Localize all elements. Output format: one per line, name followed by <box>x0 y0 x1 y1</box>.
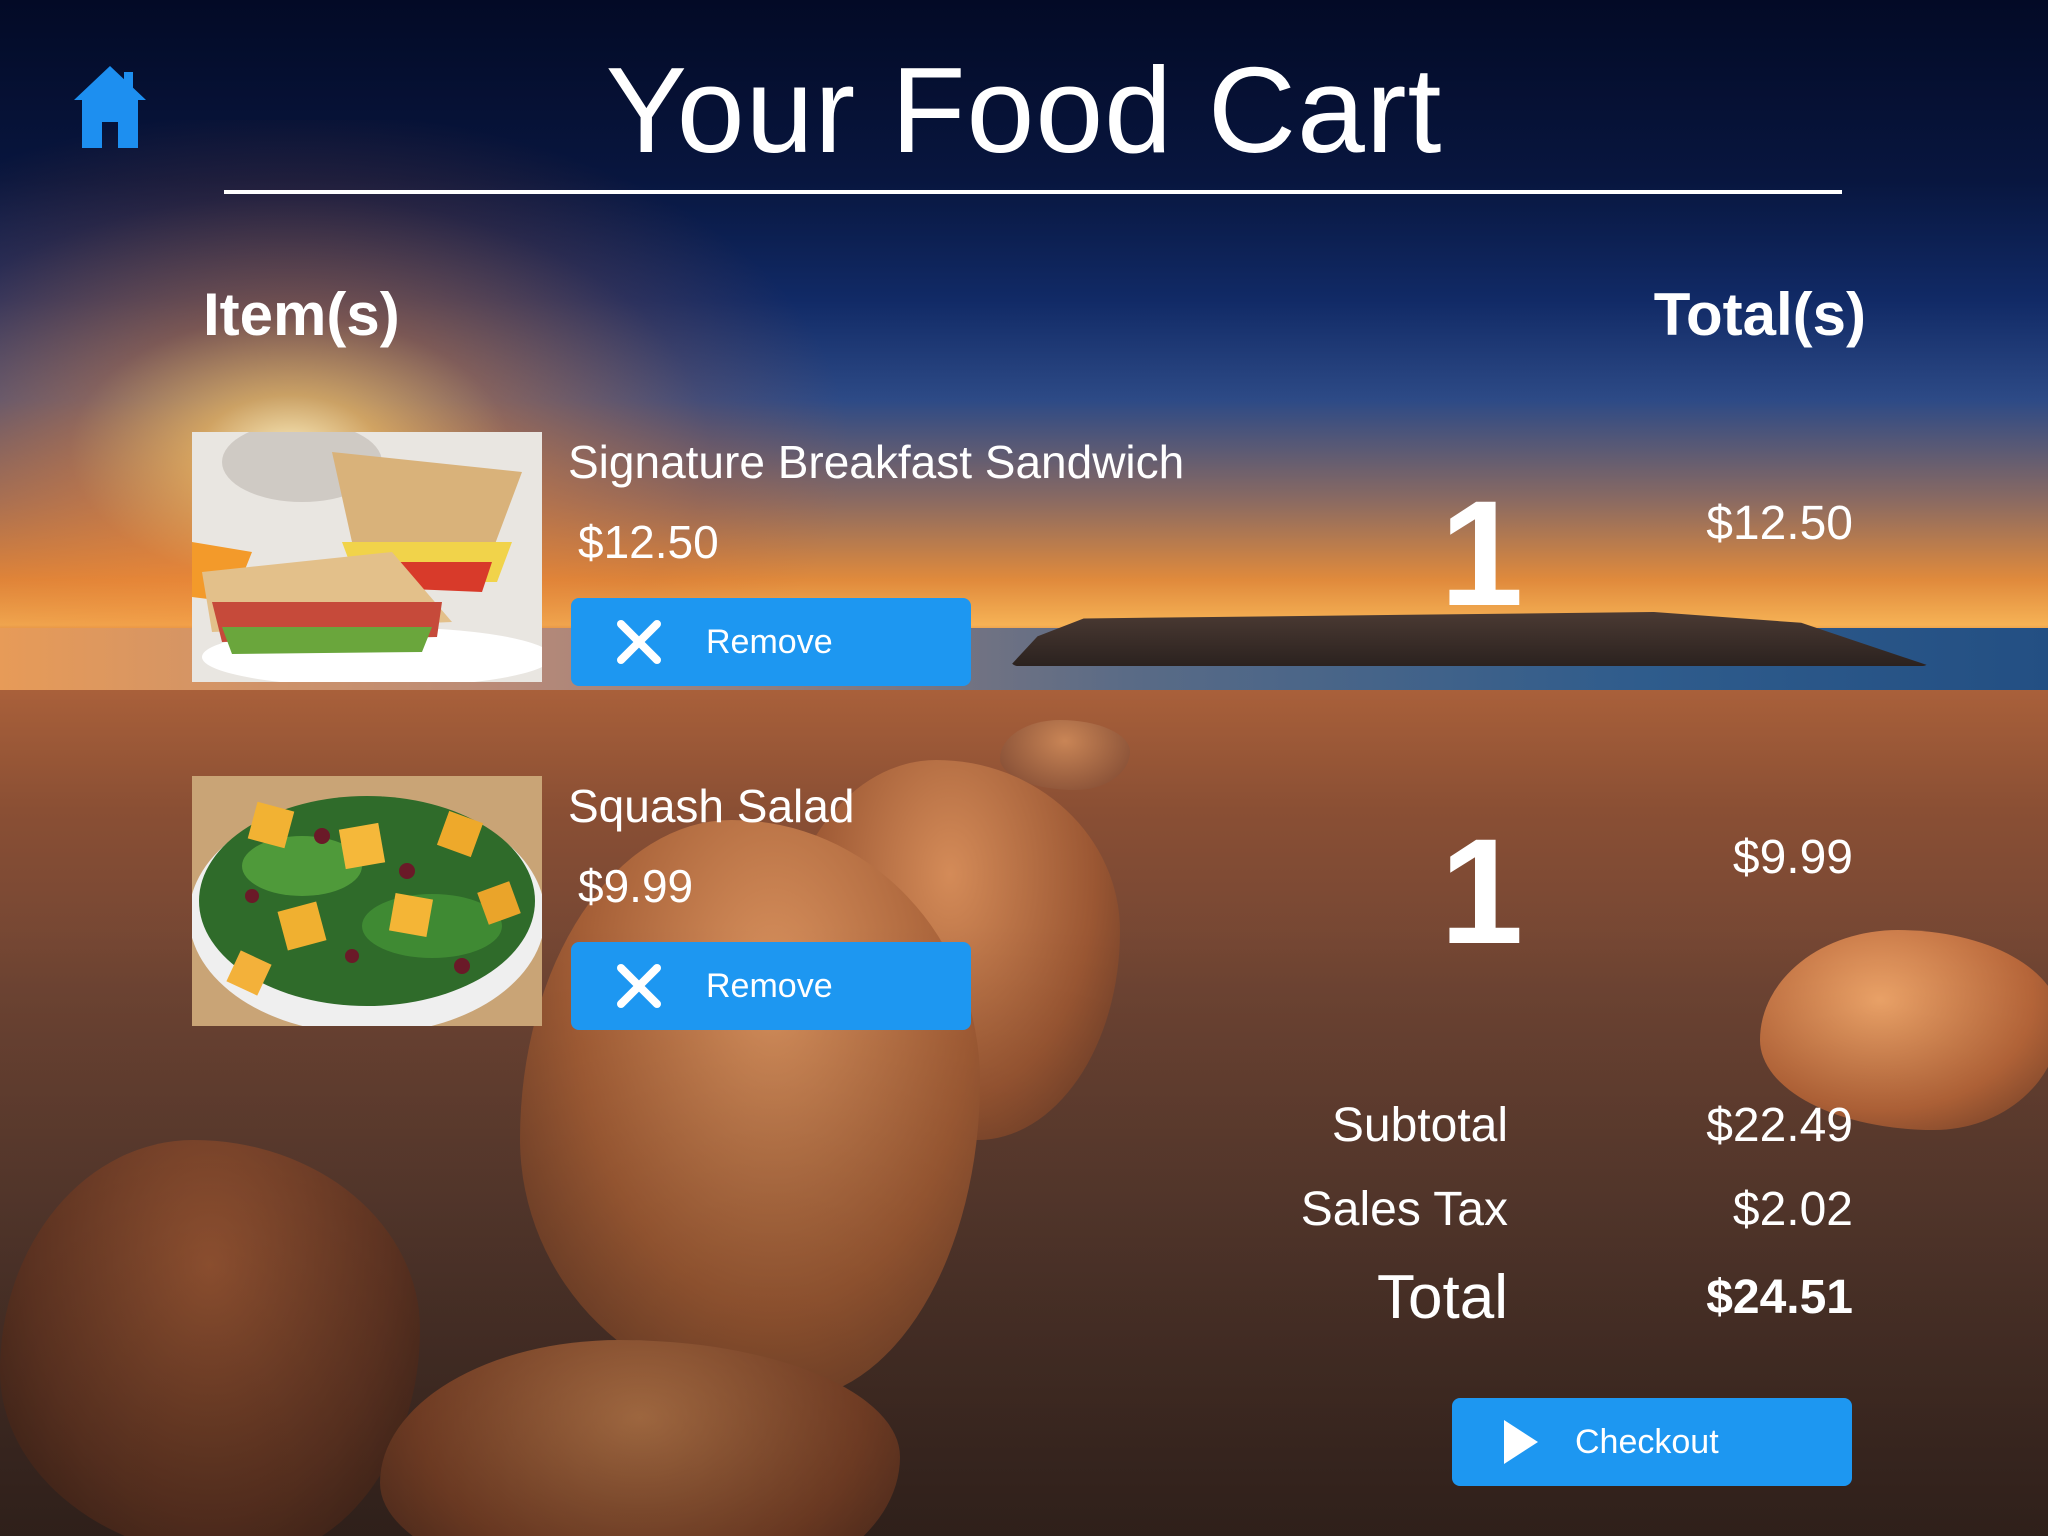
totals-column-header: Total(s) <box>1653 281 1866 348</box>
close-icon <box>617 964 661 1008</box>
total-label: Total <box>1377 1263 1508 1332</box>
item-quantity: 1 <box>1440 807 1524 975</box>
page-title: Your Food Cart <box>605 42 1443 178</box>
item-name: Signature Breakfast Sandwich <box>568 436 1185 488</box>
subtotal-label: Subtotal <box>1331 1099 1508 1152</box>
checkout-button[interactable]: Checkout <box>1452 1398 1852 1486</box>
play-icon <box>1504 1420 1538 1464</box>
cart-item-row: Squash Salad $9.99 Remove 1 $9.99 <box>0 776 2048 1036</box>
total-value: $24.51 <box>1706 1271 1853 1324</box>
close-icon <box>617 620 661 664</box>
item-line-total: $12.50 <box>1706 497 1853 550</box>
item-quantity: 1 <box>1440 469 1524 637</box>
sales-tax-label: Sales Tax <box>1300 1183 1508 1236</box>
item-price: $9.99 <box>578 860 694 912</box>
remove-button-label: Remove <box>706 967 833 1005</box>
item-name: Squash Salad <box>568 780 855 832</box>
title-divider <box>224 190 1842 194</box>
item-price: $12.50 <box>578 516 719 568</box>
remove-button[interactable]: Remove <box>571 942 971 1030</box>
breakfast-sandwich-image <box>192 432 542 682</box>
remove-button-label: Remove <box>706 623 833 661</box>
checkout-button-label: Checkout <box>1575 1423 1719 1461</box>
cart-item-row: Signature Breakfast Sandwich $12.50 Remo… <box>0 432 2048 692</box>
item-line-total: $9.99 <box>1732 831 1853 884</box>
subtotal-value: $22.49 <box>1706 1099 1853 1152</box>
items-column-header: Item(s) <box>203 281 400 348</box>
sales-tax-value: $2.02 <box>1732 1183 1853 1236</box>
remove-button[interactable]: Remove <box>571 598 971 686</box>
squash-salad-image <box>192 776 542 1026</box>
